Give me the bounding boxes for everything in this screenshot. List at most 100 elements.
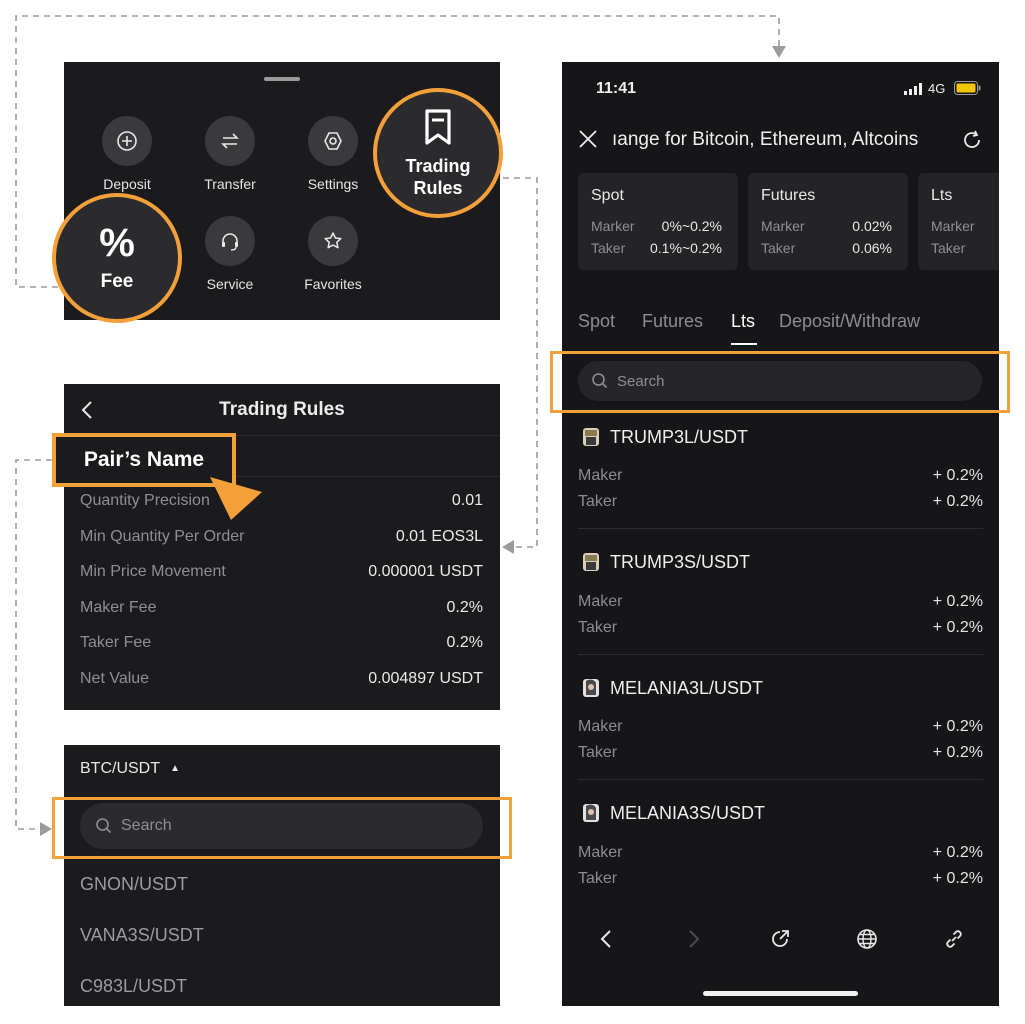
pair-name: TRUMP3S/USDT: [610, 552, 751, 572]
card-taker-value: 0.1%~0.2%: [650, 240, 722, 256]
menu-label-settings: Settings: [307, 176, 359, 192]
pair-name: TRUMP3L/USDT: [610, 427, 749, 447]
menu-item-settings[interactable]: Settings: [288, 116, 378, 192]
menu-label-service: Service: [206, 276, 254, 292]
rule-label: Taker Fee: [80, 634, 152, 651]
bookmark-icon: [421, 108, 455, 151]
fee-callout[interactable]: % Fee: [52, 193, 182, 323]
melania-avatar-icon: [583, 804, 599, 822]
menu-item-service[interactable]: Service: [185, 216, 275, 292]
rule-row: Min Price Movement 0.000001 USDT: [80, 563, 483, 587]
battery-icon: [954, 81, 981, 95]
menu-label-favorites: Favorites: [304, 276, 362, 292]
percent-icon: %: [99, 221, 135, 265]
tab-lts[interactable]: Lts: [731, 311, 755, 332]
signal-icon: [904, 82, 924, 95]
menu-item-transfer[interactable]: Transfer: [185, 116, 275, 192]
rule-value: 0.01 EOS3L: [395, 528, 483, 545]
fee-card-futures[interactable]: Futures Marker 0.02% Taker 0.06%: [748, 173, 908, 270]
divider: [578, 654, 983, 655]
rule-row: Taker Fee 0.2%: [80, 634, 483, 658]
back-icon[interactable]: [591, 924, 621, 954]
fee-label: Fee: [100, 271, 134, 292]
pair-dropdown[interactable]: BTC/USDT ▲: [80, 760, 180, 778]
menu-item-deposit[interactable]: Deposit: [82, 116, 172, 192]
melania-avatar-icon: [583, 679, 599, 697]
pair-list-item[interactable]: VANA3S/USDT: [80, 925, 204, 946]
maker-label: Maker: [578, 844, 623, 861]
taker-fee-value: + 0.2%: [932, 619, 983, 636]
rule-value: 0.2%: [446, 634, 483, 651]
home-indicator[interactable]: [703, 991, 858, 996]
fee-card-spot[interactable]: Spot Marker 0%~0.2% Taker 0.1%~0.2%: [578, 173, 738, 270]
globe-icon[interactable]: [852, 924, 882, 954]
current-pair: BTC/USDT: [80, 760, 160, 777]
pair-list-item[interactable]: GNON/USDT: [80, 874, 188, 895]
page-title: ıange for Bitcoin, Ethereum, Altcoins: [612, 129, 919, 150]
maker-label: Maker: [578, 467, 623, 484]
trading-rules-label-line1: Trading: [405, 155, 471, 176]
tab-futures[interactable]: Futures: [642, 311, 703, 332]
active-tab-indicator: [731, 343, 757, 345]
tab-deposit-withdraw[interactable]: Deposit/Withdraw: [779, 311, 920, 332]
rule-row: Net Value 0.004897 USDT: [80, 670, 483, 694]
trump-avatar-icon: [583, 428, 599, 446]
pair-list-item[interactable]: C983L/USDT: [80, 976, 187, 997]
lts-pair-item[interactable]: MELANIA3L/USDT Maker + 0.2% Taker + 0.2%: [562, 678, 999, 804]
rule-label: Net Value: [80, 670, 150, 687]
trading-rules-callout[interactable]: Trading Rules: [373, 88, 503, 218]
rule-label: Maker Fee: [80, 599, 157, 616]
card-title: Futures: [761, 187, 816, 204]
rule-value: 0.01: [451, 492, 483, 509]
rule-label: Min Quantity Per Order: [80, 528, 245, 545]
sheet-grab-handle[interactable]: [264, 77, 300, 81]
rule-row: Quantity Precision 0.01: [80, 492, 483, 516]
close-icon[interactable]: [578, 129, 598, 154]
star-icon: [308, 216, 358, 266]
rule-label: Min Price Movement: [80, 563, 226, 580]
page-title: Trading Rules: [219, 399, 345, 420]
trump-avatar-icon: [583, 553, 599, 571]
network-type: 4G: [928, 81, 946, 96]
card-taker-label: Taker: [761, 240, 796, 256]
trading-rules-label-line2: Rules: [413, 177, 463, 198]
card-taker-label: Taker: [591, 240, 626, 256]
forward-icon[interactable]: [679, 924, 709, 954]
pair-name: MELANIA3S/USDT: [610, 803, 766, 823]
taker-fee-value: + 0.2%: [932, 870, 983, 887]
rule-row: Min Quantity Per Order 0.01 EOS3L: [80, 528, 483, 552]
link-icon[interactable]: [939, 924, 969, 954]
maker-fee-value: + 0.2%: [932, 593, 983, 610]
menu-item-favorites[interactable]: Favorites: [288, 216, 378, 292]
fee-card-lts[interactable]: Lts Marker Taker: [918, 173, 999, 270]
pair-name-highlight: Pair’s Name: [52, 433, 236, 487]
status-time: 11:41: [596, 80, 637, 97]
card-maker-label: Marker: [931, 218, 975, 234]
maker-label: Maker: [578, 718, 623, 735]
menu-label-deposit: Deposit: [103, 176, 151, 192]
rule-value: 0.004897 USDT: [368, 670, 483, 687]
taker-label: Taker: [578, 870, 618, 887]
taker-fee-value: + 0.2%: [932, 744, 983, 761]
maker-fee-value: + 0.2%: [932, 467, 983, 484]
menu-label-transfer: Transfer: [204, 176, 256, 192]
pair-name-label: Pair’s Name: [83, 448, 205, 471]
transfer-arrows-icon: [205, 116, 255, 166]
lts-pair-item[interactable]: TRUMP3L/USDT Maker + 0.2% Taker + 0.2%: [562, 427, 999, 553]
card-title: Spot: [591, 187, 624, 204]
rule-row: Maker Fee 0.2%: [80, 599, 483, 623]
lts-pair-item[interactable]: TRUMP3S/USDT Maker + 0.2% Taker + 0.2%: [562, 552, 999, 678]
lts-pair-item[interactable]: MELANIA3S/USDT Maker + 0.2% Taker + 0.2%: [562, 803, 999, 929]
card-maker-value: 0%~0.2%: [661, 218, 722, 234]
tab-spot[interactable]: Spot: [578, 311, 615, 332]
phone-screen: 11:41 4G ıange for Bitcoin, Ethereum, Al…: [562, 62, 999, 1006]
card-title: Lts: [931, 187, 953, 204]
taker-label: Taker: [578, 619, 618, 636]
pair-search-highlight: [52, 797, 512, 859]
maker-fee-value: + 0.2%: [932, 844, 983, 861]
share-icon[interactable]: [765, 924, 795, 954]
plus-circle-icon: [102, 116, 152, 166]
divider: [578, 528, 983, 529]
card-taker-value: 0.06%: [852, 240, 892, 256]
refresh-icon[interactable]: [961, 129, 983, 156]
